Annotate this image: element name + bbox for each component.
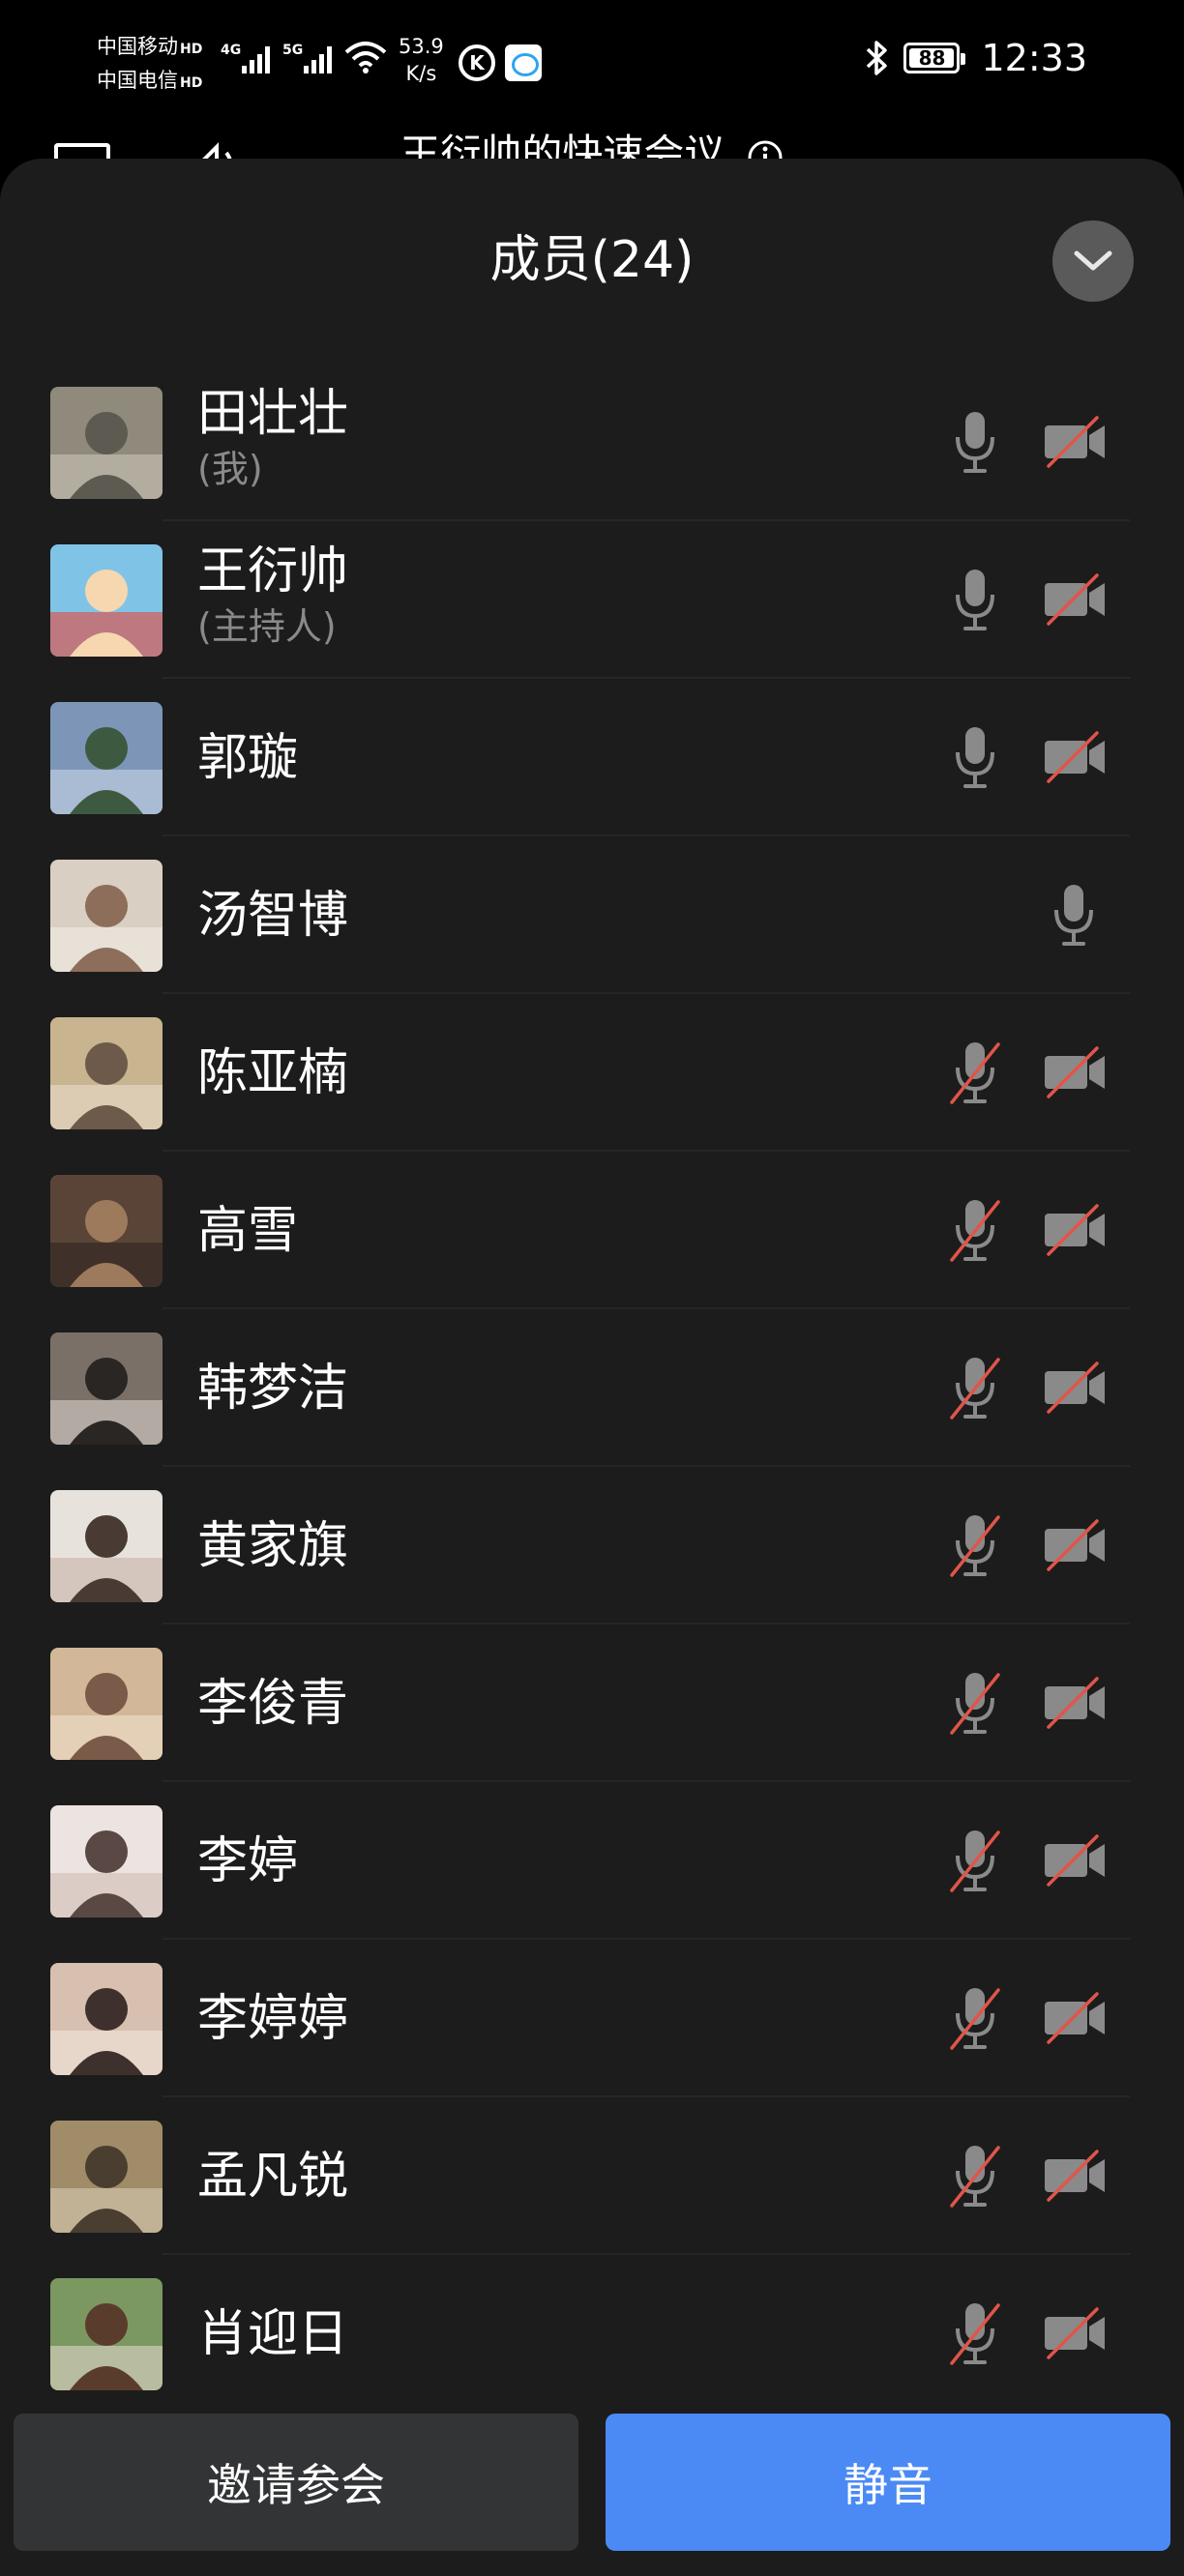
member-row[interactable]: 肖迎日	[0, 2255, 1184, 2413]
avatar	[50, 1017, 163, 1129]
hd-badge: HD	[180, 75, 203, 91]
signal-indicators: 4G 5G	[221, 41, 387, 73]
mic-muted-icon	[950, 1042, 1000, 1104]
member-row[interactable]: 汤智博	[0, 836, 1184, 994]
member-name: 肖迎日	[197, 2305, 349, 2363]
speed-unit: K/s	[405, 62, 437, 85]
mic-muted-icon	[950, 1673, 1000, 1735]
member-name: 汤智博	[197, 887, 349, 945]
network-speed: 53.9 K/s	[399, 33, 444, 87]
member-list: 田壮壮 (我) 王衍帅 (主持人) 郭璇 汤智博 陈亚楠 高雪 韩梦洁 黄家旗 …	[0, 364, 1184, 2413]
mic-icon	[956, 570, 994, 630]
mic-muted-icon	[950, 1830, 1000, 1892]
avatar	[50, 1490, 163, 1602]
avatar	[50, 387, 163, 499]
member-row[interactable]: 韩梦洁	[0, 1309, 1184, 1467]
camera-off-icon	[1045, 1992, 1105, 2044]
avatar	[50, 1332, 163, 1445]
mute-all-button[interactable]: 静音	[606, 2414, 1170, 2551]
carrier-1: 中国移动	[97, 35, 178, 58]
members-panel: 成员(24) 田壮壮 (我) 王衍帅 (主持人) 郭璇 汤智博 陈亚楠 高雪 韩…	[0, 159, 1184, 2576]
member-name: 陈亚楠	[197, 1044, 349, 1102]
member-row[interactable]: 郭璇	[0, 679, 1184, 836]
avatar	[50, 544, 163, 657]
member-role: (主持人)	[197, 605, 337, 648]
member-name: 王衍帅	[197, 542, 349, 600]
mic-icon	[956, 412, 994, 473]
avatar	[50, 1648, 163, 1760]
member-name: 高雪	[197, 1202, 299, 1260]
mic-muted-icon	[950, 1988, 1000, 2050]
camera-off-icon	[1045, 1519, 1105, 1571]
mic-icon	[1054, 885, 1093, 946]
member-row[interactable]: 黄家旗	[0, 1467, 1184, 1625]
camera-off-icon	[1045, 2307, 1105, 2359]
battery-icon: 88	[903, 43, 966, 73]
member-row[interactable]: 李婷婷	[0, 1940, 1184, 2097]
member-row[interactable]: 李俊青	[0, 1625, 1184, 1782]
battery-level: 88	[918, 46, 946, 70]
member-role: (我)	[197, 448, 263, 490]
status-bar: 中国移动 HD 中国电信 HD 4G 5G 53.9 K/s K 88 12:3…	[0, 0, 1184, 126]
camera-off-icon	[1045, 573, 1105, 626]
member-row[interactable]: 高雪	[0, 1152, 1184, 1309]
member-name: 李俊青	[197, 1675, 349, 1733]
camera-off-icon	[1045, 731, 1105, 783]
member-row[interactable]: 田壮壮 (我)	[0, 364, 1184, 521]
bottom-action-bar: 邀请参会 静音	[0, 2390, 1184, 2576]
panel-title: 成员(24)	[489, 231, 695, 289]
avatar	[50, 1963, 163, 2075]
carrier-2: 中国电信	[97, 69, 178, 92]
wifi-icon	[344, 42, 387, 73]
member-name: 李婷	[197, 1832, 299, 1890]
mic-icon	[956, 727, 994, 788]
invite-button[interactable]: 邀请参会	[14, 2414, 578, 2551]
member-name: 孟凡锐	[197, 2148, 349, 2206]
signal-bars-icon	[242, 44, 273, 73]
mic-muted-icon	[950, 1515, 1000, 1577]
speed-value: 53.9	[399, 35, 444, 58]
member-name: 韩梦洁	[197, 1360, 349, 1418]
k-app-icon: K	[459, 44, 495, 81]
member-row[interactable]: 陈亚楠	[0, 994, 1184, 1152]
camera-off-icon	[1045, 1677, 1105, 1729]
camera-off-icon	[1045, 1361, 1105, 1414]
bluetooth-icon	[867, 41, 888, 75]
network-type-2: 5G	[282, 43, 304, 58]
hd-badge: HD	[180, 42, 203, 57]
network-type-1: 4G	[221, 43, 242, 58]
mic-muted-icon	[950, 2146, 1000, 2208]
member-name: 黄家旗	[197, 1517, 349, 1575]
mic-muted-icon	[950, 1358, 1000, 1420]
avatar	[50, 1175, 163, 1287]
camera-off-icon	[1045, 2150, 1105, 2202]
signal-bars-icon	[304, 44, 335, 73]
avatar	[50, 1805, 163, 1917]
collapse-button[interactable]	[1052, 220, 1134, 302]
chevron-down-icon	[1074, 250, 1112, 271]
avatar	[50, 702, 163, 814]
mic-muted-icon	[950, 2303, 1000, 2365]
member-name: 郭璇	[197, 729, 299, 787]
avatar	[50, 2121, 163, 2233]
member-row[interactable]: 孟凡锐	[0, 2097, 1184, 2255]
carrier-info: 中国移动 HD 中国电信 HD	[97, 31, 202, 99]
member-name: 田壮壮	[197, 385, 349, 443]
camera-off-icon	[1045, 1046, 1105, 1098]
message-app-icon	[505, 44, 542, 81]
member-row[interactable]: 王衍帅 (主持人)	[0, 521, 1184, 679]
status-right: 88 12:33	[865, 37, 1087, 79]
avatar	[50, 2278, 163, 2390]
avatar	[50, 860, 163, 972]
camera-off-icon	[1045, 1204, 1105, 1256]
mic-muted-icon	[950, 1200, 1000, 1262]
member-row[interactable]: 李婷	[0, 1782, 1184, 1940]
camera-off-icon	[1045, 416, 1105, 468]
member-name: 李婷婷	[197, 1990, 349, 2048]
camera-off-icon	[1045, 1834, 1105, 1887]
clock: 12:33	[981, 37, 1087, 79]
